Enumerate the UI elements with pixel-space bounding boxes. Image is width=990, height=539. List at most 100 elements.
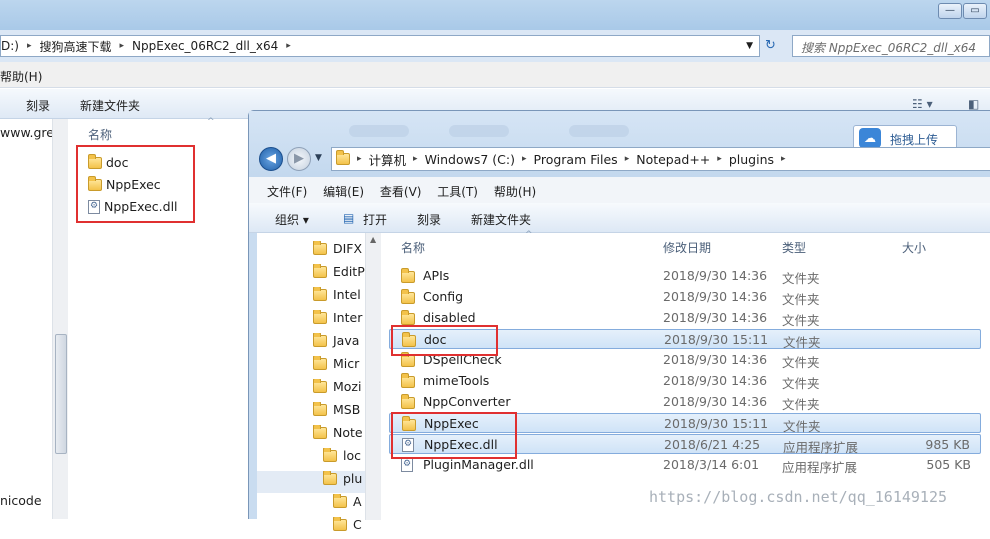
nav-tree-item[interactable]: C	[333, 517, 365, 539]
watermark-text: https://blog.csdn.net/qq_16149125	[649, 488, 948, 506]
file-type: 文件夹	[783, 335, 821, 350]
folder-icon	[313, 241, 327, 255]
menu-bar: 帮助(H)	[0, 62, 990, 88]
breadcrumb-drive[interactable]: Windows7 (C:)	[425, 152, 515, 167]
folder-icon	[323, 448, 337, 462]
nav-tree-label: Note	[333, 425, 363, 440]
breadcrumb-program-files[interactable]: Program Files	[534, 152, 618, 167]
address-bar[interactable]: D:) ▸ 搜狗高速下载 ▸ NppExec_06RC2_dll_x64 ▸ ▼	[0, 35, 760, 57]
file-name: PluginManager.dll	[423, 457, 534, 472]
file-modified: 2018/9/30 14:36	[663, 268, 768, 283]
address-dropdown-icon[interactable]: ▼	[746, 41, 753, 51]
highlight-box	[391, 325, 498, 356]
file-modified: 2018/9/30 14:36	[663, 394, 768, 409]
file-row[interactable]: APIs 2018/9/30 14:36 文件夹	[389, 266, 981, 286]
file-type: 文件夹	[782, 292, 820, 307]
nav-tree-label: Intel	[333, 287, 361, 302]
maximize-button[interactable]: ▭	[963, 3, 987, 19]
toolbar: 组织 ▾ ▤ 打开 刻录 新建文件夹	[249, 203, 990, 233]
file-modified: 2018/9/30 14:36	[663, 373, 768, 388]
nav-tree-item[interactable]: Java	[313, 333, 365, 355]
nav-tree-item[interactable]: Mozi	[313, 379, 365, 401]
history-dropdown-icon[interactable]: ▼	[315, 153, 322, 163]
nav-tree-label: Micr	[333, 356, 360, 371]
file-type: 文件夹	[782, 376, 820, 391]
nav-tree-label: Mozi	[333, 379, 362, 394]
nav-tree-item[interactable]: DIFX	[313, 241, 365, 263]
foreground-explorer-window: 拖拽上传 ☁ ◀ ▶ ▼ ▸ 计算机 ▸ Windows7 (C:) ▸ Progra…	[248, 110, 990, 532]
nav-tree-label: DIFX	[333, 241, 363, 256]
file-type: 文件夹	[782, 355, 820, 370]
blurred-tab	[569, 125, 629, 137]
folder-icon	[313, 287, 327, 301]
file-row[interactable]: Config 2018/9/30 14:36 文件夹	[389, 287, 981, 307]
nav-tree-item[interactable]: A	[333, 494, 365, 516]
folder-icon	[313, 402, 327, 416]
file-type: 文件夹	[782, 271, 820, 286]
menu-tools[interactable]: 工具(T)	[437, 183, 478, 200]
breadcrumb-computer[interactable]: 计算机	[369, 150, 407, 169]
column-header-size[interactable]: 大小	[902, 239, 926, 256]
nav-scrollbar[interactable]: ▲	[365, 233, 381, 520]
blurred-tab	[349, 125, 409, 137]
back-button[interactable]: ◀	[259, 147, 283, 171]
view-options-icon[interactable]: ☷ ▾	[912, 97, 933, 111]
minimize-button[interactable]: —	[938, 3, 962, 19]
breadcrumb-folder[interactable]: 搜狗高速下载	[40, 38, 112, 55]
file-row[interactable]: NppConverter 2018/9/30 14:36 文件夹	[389, 392, 981, 412]
nav-tree-item[interactable]: EditP	[313, 264, 365, 286]
file-list: 名称 ^ doc NppExec NppExec.dll	[76, 117, 248, 519]
forward-button[interactable]: ▶	[287, 147, 311, 171]
organize-button[interactable]: 组织 ▾	[275, 211, 309, 228]
open-button[interactable]: 打开	[363, 211, 387, 228]
column-header-modified[interactable]: 修改日期	[663, 239, 711, 256]
breadcrumb-notepadpp[interactable]: Notepad++	[636, 152, 710, 167]
menu-file[interactable]: 文件(F)	[267, 183, 307, 200]
highlight-box	[76, 145, 195, 223]
address-bar[interactable]: ▸ 计算机 ▸ Windows7 (C:) ▸ Program Files ▸ Note…	[331, 147, 990, 171]
burn-button[interactable]: 刻录	[417, 211, 441, 228]
file-type: 应用程序扩展	[782, 460, 858, 475]
folder-icon	[333, 517, 347, 531]
file-modified: 2018/9/30 15:11	[664, 416, 769, 431]
nav-tree-label: Java	[333, 333, 360, 348]
nav-tree-item[interactable]: loc	[323, 448, 365, 470]
column-header-type[interactable]: 类型	[782, 239, 806, 256]
breadcrumb-current[interactable]: NppExec_06RC2_dll_x64	[132, 39, 278, 53]
new-folder-button[interactable]: 新建文件夹	[471, 211, 531, 228]
folder-icon	[313, 379, 327, 393]
folder-icon	[313, 310, 327, 324]
preview-pane-icon[interactable]: ◧	[968, 97, 979, 111]
new-folder-button[interactable]: 新建文件夹	[80, 97, 140, 114]
column-header-name[interactable]: 名称	[401, 239, 425, 256]
nav-scrollbar[interactable]	[52, 119, 68, 519]
breadcrumb-plugins[interactable]: plugins	[729, 152, 774, 167]
column-header-name[interactable]: 名称	[88, 126, 112, 143]
nav-item[interactable]: nicode	[0, 493, 42, 508]
title-bar: — ▭	[0, 0, 990, 30]
file-type: 应用程序扩展	[783, 440, 859, 455]
scrollbar-thumb[interactable]	[55, 334, 67, 454]
burn-button[interactable]: 刻录	[26, 97, 50, 114]
refresh-icon[interactable]: ↻	[765, 38, 776, 53]
search-input[interactable]: 搜索 NppExec_06RC2_dll_x64	[792, 35, 990, 57]
nav-tree-item[interactable]: Inter	[313, 310, 365, 332]
menu-help[interactable]: 帮助(H)	[0, 68, 42, 85]
menu-view[interactable]: 查看(V)	[380, 183, 422, 200]
file-row[interactable]: mimeTools 2018/9/30 14:36 文件夹	[389, 371, 981, 391]
scroll-up-icon[interactable]: ▲	[370, 235, 376, 244]
nav-tree-item[interactable]: plu	[257, 471, 365, 493]
menu-help[interactable]: 帮助(H)	[494, 183, 536, 200]
nav-tree-item[interactable]: MSB	[313, 402, 365, 424]
folder-icon	[401, 310, 415, 325]
nav-tree-item[interactable]: Intel	[313, 287, 365, 309]
file-type: 文件夹	[783, 419, 821, 434]
sort-arrow-icon: ^	[207, 117, 215, 127]
breadcrumb-drive[interactable]: D:)	[1, 39, 19, 53]
menu-edit[interactable]: 编辑(E)	[323, 183, 364, 200]
file-name: mimeTools	[423, 373, 490, 388]
nav-tree-item[interactable]: Micr	[313, 356, 365, 378]
menu-bar: 文件(F) 编辑(E) 查看(V) 工具(T) 帮助(H)	[249, 177, 990, 203]
nav-tree-item[interactable]: Note	[313, 425, 365, 447]
folder-icon	[336, 150, 350, 165]
